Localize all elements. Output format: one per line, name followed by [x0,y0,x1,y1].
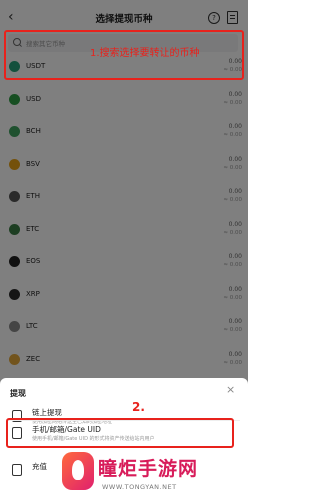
option-title: 链上提现 [32,408,62,417]
sheet-title: 提现 [10,389,26,398]
annotation-step2: 2. [132,400,145,414]
watermark-url: WWW.TONGYAN.NET [102,483,177,491]
watermark-logo-icon [62,452,94,490]
deposit-icon [12,464,22,476]
watermark: 瞳炬手游网 WWW.TONGYAN.NET [40,452,248,500]
watermark-text: 瞳炬手游网 [98,458,199,480]
annotation-box-transfer [6,418,234,448]
close-icon[interactable]: × [226,384,235,396]
annotation-step1: 1.搜索选择要转让的币种 [90,48,200,59]
